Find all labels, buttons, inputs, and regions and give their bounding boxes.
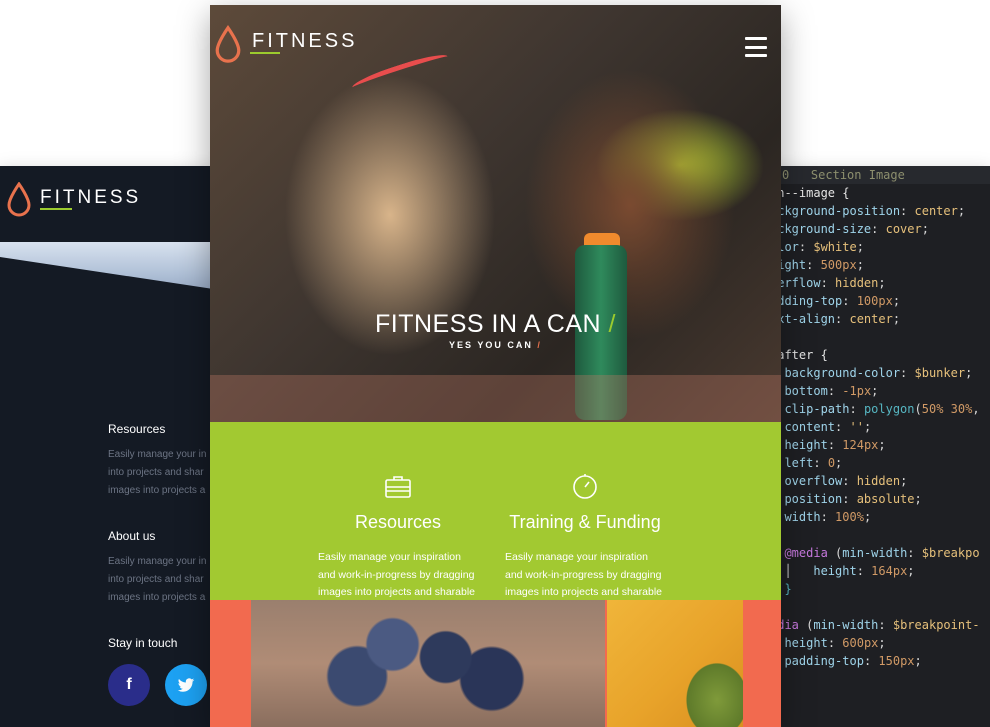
main-logo[interactable]: FITNESS bbox=[214, 25, 357, 65]
food-gallery-section bbox=[210, 600, 781, 727]
headband-detail bbox=[350, 49, 450, 95]
text-line: and work-in-progress by dragging bbox=[505, 568, 662, 581]
text-line: and work-in-progress by dragging bbox=[318, 568, 475, 581]
water-drop-icon bbox=[215, 25, 241, 63]
footer-section-text: Easily manage your in into projects and … bbox=[108, 446, 218, 500]
hero-subtitle-text: YES YOU CAN bbox=[449, 340, 533, 350]
text-line: into projects and shar bbox=[108, 574, 204, 585]
feature-title: Training & Funding bbox=[509, 512, 661, 532]
features-section: Resources Easily manage your inspiration… bbox=[210, 422, 781, 602]
facebook-icon: f bbox=[126, 676, 132, 693]
water-drop-icon bbox=[7, 182, 31, 217]
line-number: 0 bbox=[782, 168, 790, 182]
briefcase-icon bbox=[385, 476, 411, 498]
main-site-mockup: FITNESS FITNESS IN A CAN / YES YOU CAN /… bbox=[210, 5, 781, 727]
stopwatch-icon bbox=[573, 474, 597, 499]
text-line: into projects and shar bbox=[108, 467, 204, 478]
text-line: Easily manage your inspiration bbox=[318, 551, 461, 563]
feature-resources: Resources Easily manage your inspiration… bbox=[308, 472, 488, 602]
grapes-photo bbox=[251, 600, 605, 727]
facebook-button[interactable]: f bbox=[108, 664, 150, 706]
text-line: images into projects and sharable bbox=[318, 586, 476, 598]
left-logo[interactable]: FITNESS bbox=[6, 182, 141, 218]
mango-avocado-photo bbox=[607, 600, 743, 727]
left-footer-mockup: FITNESS Resources Easily manage your in … bbox=[0, 166, 220, 727]
footer-section-text: Easily manage your in into projects and … bbox=[108, 553, 218, 607]
footer-section-title: About us bbox=[108, 529, 156, 543]
footer-section-stay-in-touch: Stay in touch bbox=[108, 636, 218, 660]
feature-description: Easily manage your inspiration and work-… bbox=[505, 549, 675, 602]
code-editor-mockup: 0 Section Image on--image {ackground-pos… bbox=[770, 166, 990, 727]
menu-bar bbox=[745, 45, 767, 49]
feature-title: Resources bbox=[354, 512, 442, 532]
hero-photo bbox=[210, 5, 781, 422]
footer-section-title: Stay in touch bbox=[108, 636, 178, 650]
footer-section-resources: Resources Easily manage your in into pro… bbox=[108, 422, 218, 500]
hero-subtitle-slash: / bbox=[537, 340, 542, 350]
text-line: Easily manage your inspiration bbox=[505, 551, 648, 563]
hamburger-menu-icon[interactable] bbox=[745, 37, 767, 57]
menu-bar bbox=[745, 37, 767, 40]
feature-training-funding: Training & Funding Easily manage your in… bbox=[495, 472, 675, 602]
text-line: Easily manage your in bbox=[108, 556, 207, 567]
footer-section-title: Resources bbox=[108, 422, 166, 436]
code-comment: Section Image bbox=[810, 168, 905, 182]
code-content: on--image {ackground-position: center; ac… bbox=[770, 186, 980, 668]
twitter-button[interactable] bbox=[165, 664, 207, 706]
footer-section-about: About us Easily manage your in into proj… bbox=[108, 529, 218, 607]
text-line: images into projects a bbox=[108, 592, 206, 603]
menu-bar bbox=[745, 54, 767, 57]
twitter-icon bbox=[177, 677, 195, 692]
text-line: images into projects a bbox=[108, 485, 206, 496]
sky-image-strip bbox=[0, 242, 220, 290]
hero-subtitle: YES YOU CAN / bbox=[210, 340, 781, 350]
hero-title-slash: / bbox=[608, 310, 616, 338]
text-line: images into projects and sharable bbox=[505, 586, 663, 598]
text-line: Easily manage your in bbox=[108, 449, 207, 460]
logo-underline bbox=[40, 208, 72, 210]
left-logo-text: FITNESS bbox=[40, 187, 142, 208]
code-editor-header: 0 Section Image bbox=[770, 166, 990, 184]
hero-title-text: FITNESS IN A CAN bbox=[374, 310, 602, 338]
hero-title: FITNESS IN A CAN / bbox=[210, 310, 781, 339]
feature-description: Easily manage your inspiration and work-… bbox=[318, 549, 488, 602]
logo-underline bbox=[250, 52, 280, 54]
main-logo-text: FITNESS bbox=[252, 29, 358, 52]
hero-bottom-tint bbox=[210, 375, 781, 422]
